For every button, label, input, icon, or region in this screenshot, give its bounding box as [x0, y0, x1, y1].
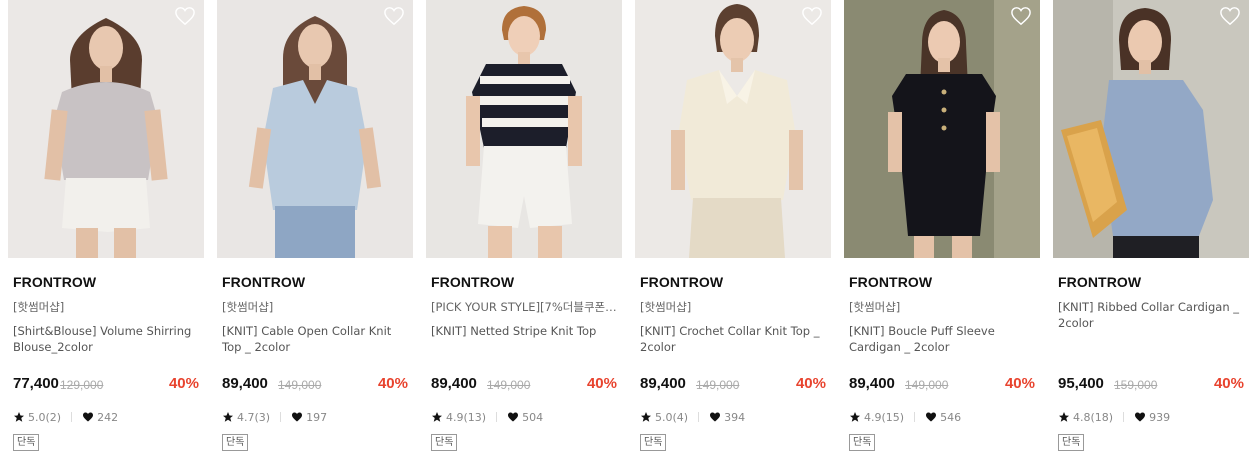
promo-tag: [핫썸머샵]	[640, 300, 692, 314]
wishlist-heart-icon[interactable]	[1219, 6, 1241, 26]
divider	[914, 412, 916, 422]
divider	[280, 412, 282, 422]
exclusive-badge: 단독	[1058, 434, 1085, 451]
sale-price: 89,400	[849, 375, 895, 392]
product-card[interactable]: FRONTROW [KNIT] Ribbed Collar Cardigan _…	[1053, 0, 1249, 465]
heart-icon	[83, 412, 94, 422]
rating-text: 4.7(3)	[237, 410, 271, 424]
review-meta: 4.9(13) 504	[431, 409, 543, 425]
star-icon	[1059, 412, 1069, 422]
heart-icon	[292, 412, 303, 422]
discount-rate: 40%	[1004, 375, 1035, 392]
product-name[interactable]: [Shirt&Blouse] Volume Shirring Blouse_2c…	[13, 323, 199, 355]
product-name[interactable]: [KNIT] Netted Stripe Knit Top	[431, 323, 617, 339]
product-card[interactable]: FRONTROW [핫썸머샵] [Shirt&Blouse] Volume Sh…	[8, 0, 204, 465]
brand-name[interactable]: FRONTROW	[640, 274, 723, 290]
original-price: 149,000	[905, 378, 949, 392]
like-count: 546	[940, 410, 962, 424]
brand-name[interactable]: FRONTROW	[222, 274, 305, 290]
product-card[interactable]: FRONTROW [핫썸머샵] [KNIT] Crochet Collar Kn…	[635, 0, 831, 465]
exclusive-badge: 단독	[640, 434, 667, 451]
brand-name[interactable]: FRONTROW	[1058, 274, 1141, 290]
rating-text: 5.0(2)	[28, 410, 62, 424]
review-meta: 4.8(18) 939	[1058, 409, 1170, 425]
heart-icon	[508, 412, 519, 422]
product-card[interactable]: FRONTROW [핫썸머샵] [KNIT] Cable Open Collar…	[217, 0, 413, 465]
sale-price: 95,400	[1058, 375, 1104, 392]
product-image[interactable]	[1053, 0, 1249, 258]
review-meta: 4.9(15) 546	[849, 409, 961, 425]
exclusive-badge: 단독	[13, 434, 40, 451]
product-image[interactable]	[8, 0, 204, 258]
original-price: 159,000	[1114, 378, 1158, 392]
product-list: FRONTROW [핫썸머샵] [Shirt&Blouse] Volume Sh…	[0, 0, 1255, 465]
brand-name[interactable]: FRONTROW	[431, 274, 514, 290]
star-icon	[850, 412, 860, 422]
divider	[698, 412, 700, 422]
promo-tag: [핫썸머샵]	[222, 300, 274, 314]
star-icon	[14, 412, 24, 422]
sale-price: 89,400	[431, 375, 477, 392]
star-icon	[223, 412, 233, 422]
sale-price: 89,400	[640, 375, 686, 392]
star-icon	[641, 412, 651, 422]
original-price: 129,000	[60, 378, 104, 392]
sale-price: 77,400	[13, 375, 59, 392]
divider	[71, 412, 73, 422]
like-count: 939	[1149, 410, 1171, 424]
brand-name[interactable]: FRONTROW	[849, 274, 932, 290]
promo-tag: [핫썸머샵]	[849, 300, 901, 314]
heart-icon	[1135, 412, 1146, 422]
rating-text: 4.9(15)	[864, 410, 905, 424]
product-image[interactable]	[635, 0, 831, 258]
wishlist-heart-icon[interactable]	[801, 6, 823, 26]
wishlist-heart-icon[interactable]	[174, 6, 196, 26]
discount-rate: 40%	[795, 375, 826, 392]
product-name[interactable]: [KNIT] Crochet Collar Knit Top _ 2color	[640, 323, 826, 355]
brand-name[interactable]: FRONTROW	[13, 274, 96, 290]
product-card[interactable]: FRONTROW [PICK YOUR STYLE][7%더블쿠폰][… [KN…	[426, 0, 622, 465]
divider	[496, 412, 498, 422]
rating-text: 4.9(13)	[446, 410, 487, 424]
exclusive-badge: 단독	[431, 434, 458, 451]
wishlist-heart-icon[interactable]	[1010, 6, 1032, 26]
product-image[interactable]	[217, 0, 413, 258]
divider	[1123, 412, 1125, 422]
discount-rate: 40%	[377, 375, 408, 392]
like-count: 242	[97, 410, 119, 424]
like-count: 394	[724, 410, 746, 424]
original-price: 149,000	[696, 378, 740, 392]
original-price: 149,000	[487, 378, 531, 392]
star-icon	[432, 412, 442, 422]
review-meta: 5.0(2) 242	[13, 409, 118, 425]
discount-rate: 40%	[168, 375, 199, 392]
rating-text: 5.0(4)	[655, 410, 689, 424]
original-price: 149,000	[278, 378, 322, 392]
review-meta: 4.7(3) 197	[222, 409, 327, 425]
sale-price: 89,400	[222, 375, 268, 392]
product-card[interactable]: FRONTROW [핫썸머샵] [KNIT] Boucle Puff Sleev…	[844, 0, 1040, 465]
promo-tag: [핫썸머샵]	[13, 300, 65, 314]
promo-tag: [PICK YOUR STYLE][7%더블쿠폰][…	[431, 300, 617, 314]
rating-text: 4.8(18)	[1073, 410, 1114, 424]
review-meta: 5.0(4) 394	[640, 409, 745, 425]
exclusive-badge: 단독	[849, 434, 876, 451]
discount-rate: 40%	[586, 375, 617, 392]
product-name[interactable]: [KNIT] Boucle Puff Sleeve Cardigan _ 2co…	[849, 323, 1035, 355]
product-image[interactable]	[426, 0, 622, 258]
wishlist-heart-icon[interactable]	[383, 6, 405, 26]
exclusive-badge: 단독	[222, 434, 249, 451]
like-count: 197	[306, 410, 328, 424]
heart-icon	[710, 412, 721, 422]
heart-icon	[926, 412, 937, 422]
product-name[interactable]: [KNIT] Cable Open Collar Knit Top _ 2col…	[222, 323, 408, 355]
product-image[interactable]	[844, 0, 1040, 258]
discount-rate: 40%	[1213, 375, 1244, 392]
product-name[interactable]: [KNIT] Ribbed Collar Cardigan _ 2color	[1058, 299, 1244, 331]
like-count: 504	[522, 410, 544, 424]
